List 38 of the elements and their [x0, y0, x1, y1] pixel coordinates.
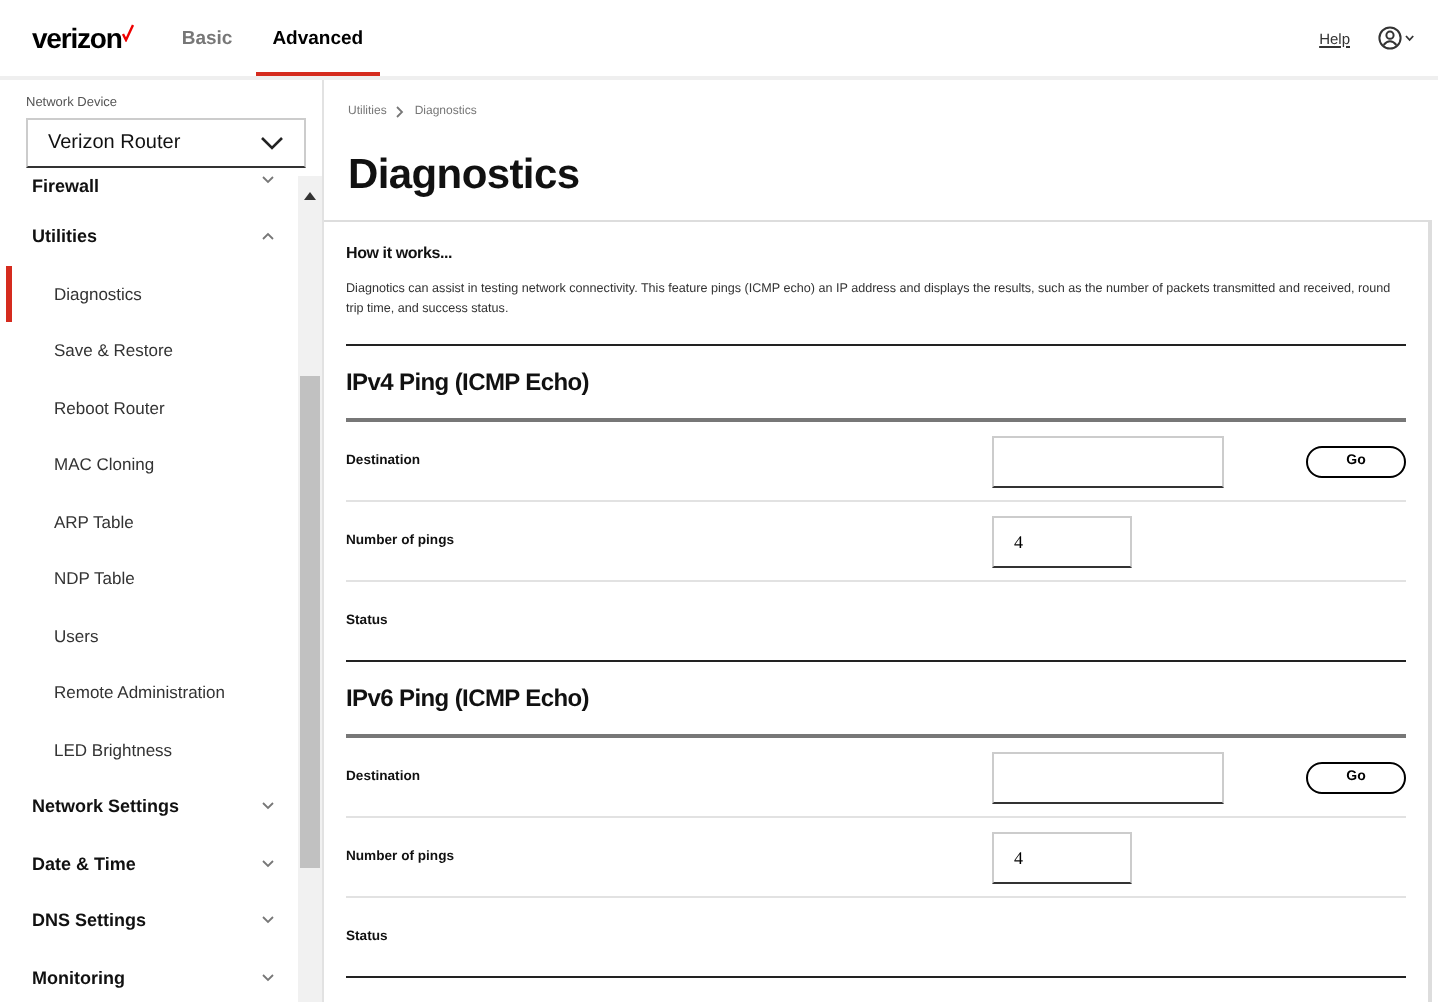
scrollbar-thumb[interactable] — [300, 376, 320, 868]
nav-item[interactable]: NDP Table — [6, 550, 298, 607]
nav-group[interactable]: DNS Settings — [0, 892, 298, 949]
section-heading: IPv4 Ping (ICMP Echo) — [346, 346, 1406, 422]
chevron-down-icon — [260, 136, 284, 150]
nav-group[interactable]: Network Settings — [0, 778, 298, 835]
check-mark-icon — [121, 24, 134, 42]
nav-tab[interactable]: Basic — [165, 0, 249, 76]
user-icon[interactable] — [1378, 26, 1418, 50]
nav-group[interactable]: Monitoring — [0, 949, 298, 1002]
destination-field[interactable] — [992, 435, 1224, 487]
nav-item[interactable]: LED Brightness — [6, 721, 298, 778]
nav-item[interactable]: Users — [6, 607, 298, 664]
section-heading: How it works... — [346, 244, 455, 262]
destination-field[interactable] — [992, 751, 1224, 803]
nav-group[interactable]: Date & Time — [0, 835, 298, 892]
logo-text: verizon — [32, 22, 122, 54]
device-select[interactable]: Verizon Router — [26, 118, 306, 168]
chevron-down-icon — [262, 973, 274, 982]
nav-item[interactable]: Remote Administration — [6, 664, 298, 721]
chevron-up-icon — [262, 232, 274, 241]
chevron-right-icon — [396, 106, 405, 118]
section-heading: IPv6 Ping (ICMP Echo) — [346, 662, 1406, 738]
chevron-down-icon — [262, 859, 274, 868]
scrollbar[interactable] — [298, 176, 322, 1002]
nav-item[interactable]: ARP Table — [6, 493, 298, 550]
chevron-down-icon — [262, 176, 274, 184]
nav-item[interactable]: MAC Cloning — [6, 436, 298, 493]
scroll-up-icon[interactable] — [304, 192, 316, 200]
ping-count-field[interactable]: 4 — [992, 515, 1132, 567]
page-title: Diagnostics — [348, 152, 582, 200]
nav-item[interactable]: Reboot Router — [6, 379, 298, 436]
nav-group[interactable]: Firewall — [0, 176, 298, 208]
chevron-down-icon — [262, 916, 274, 925]
ping-count-field[interactable]: 4 — [992, 831, 1132, 883]
nav-item[interactable]: Save & Restore — [6, 322, 298, 379]
chevron-down-icon — [262, 802, 274, 811]
nav-group[interactable]: Utilities — [0, 208, 298, 265]
